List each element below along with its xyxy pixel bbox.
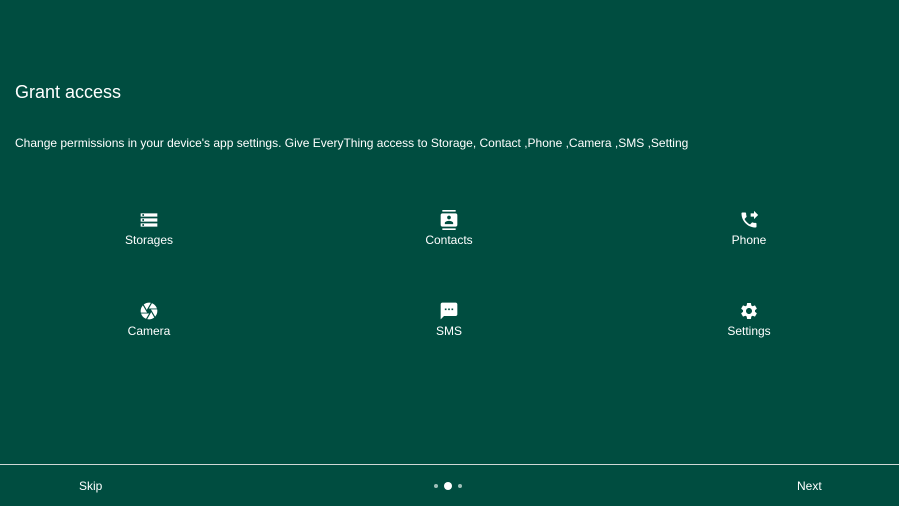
bottom-navigation-bar: Skip Next: [0, 465, 899, 506]
permissions-description: Change permissions in your device's app …: [15, 136, 689, 150]
permission-settings[interactable]: Settings: [674, 301, 824, 345]
skip-button[interactable]: Skip: [79, 479, 102, 493]
permission-label: Contacts: [425, 233, 473, 247]
permission-label: Storages: [124, 233, 174, 247]
page-dot-2-active: [444, 481, 452, 490]
page-title: Grant access: [15, 82, 122, 102]
permission-contacts[interactable]: Contacts: [374, 210, 524, 254]
permissions-grid: Storages Contacts Phone Camera SMS Setti…: [0, 203, 899, 363]
gear-icon: [739, 301, 759, 321]
page-dot-3: [458, 483, 462, 488]
permission-storages[interactable]: Storages: [74, 210, 224, 254]
contacts-icon: [439, 210, 459, 230]
permission-sms[interactable]: SMS: [374, 301, 524, 345]
page-indicator: [434, 481, 462, 490]
sms-icon: [439, 301, 459, 321]
permission-label: Settings: [727, 324, 771, 338]
camera-shutter-icon: [139, 301, 159, 321]
next-button[interactable]: Next: [797, 479, 822, 493]
permission-label: SMS: [435, 324, 462, 338]
permission-camera[interactable]: Camera: [74, 301, 224, 345]
grant-access-screen: Grant access Change permissions in your …: [0, 0, 899, 506]
permission-label: Camera: [127, 324, 171, 338]
permission-phone[interactable]: Phone: [674, 210, 824, 254]
storage-icon: [139, 210, 159, 230]
page-dot-1: [434, 483, 438, 488]
phone-forward-icon: [739, 210, 759, 230]
permission-label: Phone: [731, 233, 767, 247]
